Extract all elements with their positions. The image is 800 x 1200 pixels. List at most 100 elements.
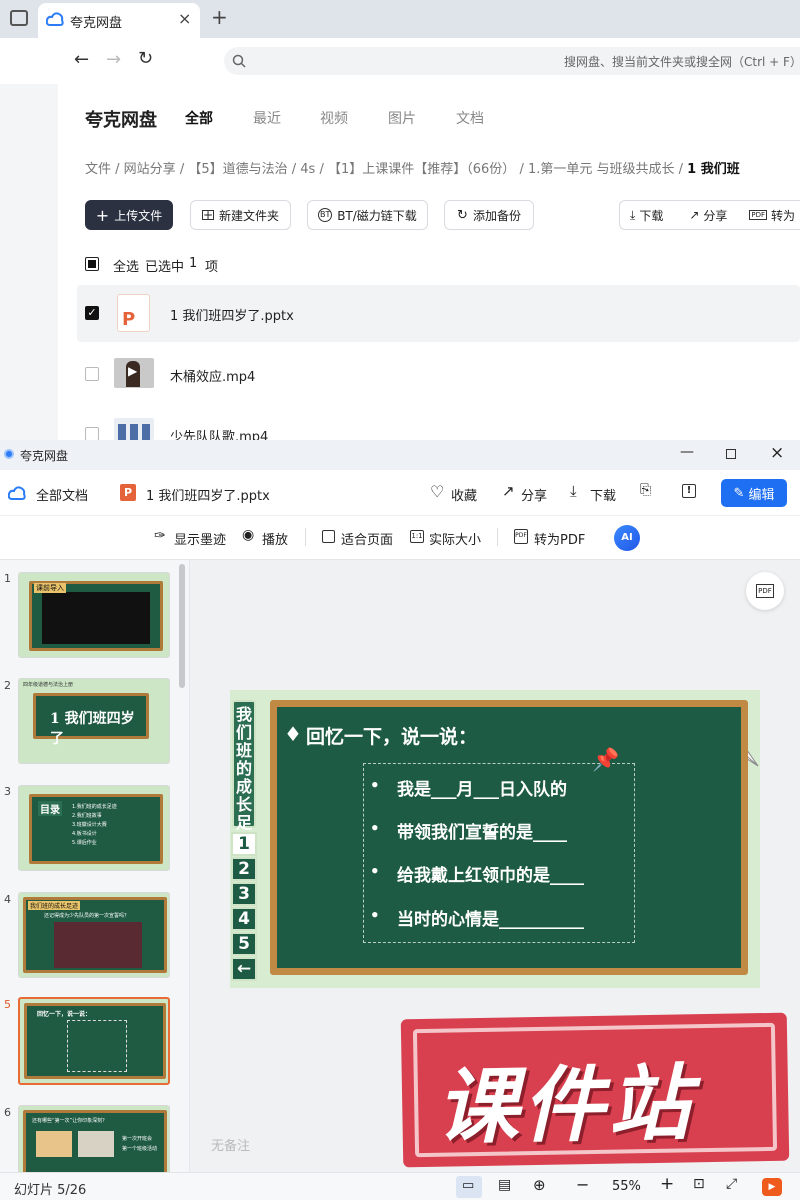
slideshow-play-icon[interactable]: ▶: [762, 1178, 782, 1196]
notes-view-icon[interactable]: ▤: [498, 1177, 511, 1193]
download-icon[interactable]: ⤓: [630, 208, 635, 223]
download-button[interactable]: 下载: [590, 485, 616, 504]
breadcrumb: 文件 / 网站分享 / 【5】道德与法治 / 4s / 【1】上课课件【推荐】（…: [85, 162, 740, 177]
breadcrumb-item[interactable]: 1.第一单元 与班级共成长: [528, 162, 675, 177]
tab-all[interactable]: 全部: [185, 108, 213, 128]
close-window-icon[interactable]: ×: [770, 443, 784, 463]
share-icon[interactable]: ↗: [689, 208, 699, 222]
favorite-button[interactable]: 收藏: [451, 485, 477, 504]
breadcrumb-item[interactable]: 文件: [85, 162, 111, 177]
slide-thumbnail-3[interactable]: 目录 1.我们班的成长足迹 2.我们班故事 3.班徽设计大赛 4.板书设计 5.…: [18, 785, 170, 871]
nav-back-arrow[interactable]: ←: [231, 957, 257, 981]
zoom-out-icon[interactable]: −: [576, 1175, 589, 1194]
share-icon[interactable]: ↗: [502, 482, 515, 500]
pdf-icon: PDF: [756, 584, 774, 598]
breadcrumb-item[interactable]: 网站分享: [124, 162, 176, 177]
reload-icon[interactable]: ↻: [138, 48, 153, 69]
play-circle-icon[interactable]: ◉: [242, 527, 254, 543]
slide-thumbnail-4[interactable]: 我们班的成长足迹 还记得成为少先队员的第一次宣誓吗？: [18, 892, 170, 978]
tab-images[interactable]: 图片: [388, 108, 416, 128]
thumbnail-number: 4: [4, 893, 11, 906]
pdf-icon[interactable]: PDF: [514, 529, 528, 544]
all-docs-link[interactable]: 全部文档: [36, 485, 88, 504]
new-tab-icon[interactable]: +: [211, 5, 228, 29]
forward-icon[interactable]: →: [106, 49, 121, 70]
nav-number-5[interactable]: 5: [231, 932, 257, 956]
fit-page-button[interactable]: 适合页面: [341, 529, 393, 548]
slide-thumbnail-5-selected[interactable]: 回忆一下，说一说：: [18, 997, 170, 1085]
bullet-3: 给我戴上红领巾的是____: [397, 866, 584, 886]
ink-icon[interactable]: ✑: [154, 528, 166, 544]
bullet-dot: •: [370, 776, 380, 794]
normal-view-button[interactable]: ▭: [456, 1176, 482, 1198]
nav-number-3[interactable]: 3: [231, 882, 257, 906]
file-checkbox[interactable]: [85, 427, 99, 441]
share-button[interactable]: 分享: [521, 485, 547, 504]
side-title: 我们班的成长足迹: [236, 705, 253, 850]
breadcrumb-item[interactable]: 【1】上课课件【推荐】（66份）: [328, 162, 515, 177]
nav-number-4[interactable]: 4: [231, 907, 257, 931]
download-icon[interactable]: ⤓: [570, 482, 577, 500]
cloud-logo-icon: [46, 12, 64, 26]
app-icon: [4, 449, 14, 459]
export-icon[interactable]: ⎘: [640, 482, 651, 498]
view-icon: ▭: [462, 1178, 475, 1193]
bullet-dot: •: [370, 906, 380, 924]
zoom-in-icon[interactable]: +: [660, 1174, 674, 1194]
new-folder-button[interactable]: + 新建文件夹: [190, 200, 291, 230]
slide-thumbnail-6[interactable]: 还有哪些“第一次”让你印象深刻？ 第一次开班会 第一个班级活动: [18, 1105, 170, 1172]
search-input[interactable]: 搜网盘、搜当前文件夹或搜全网（Ctrl + F）: [224, 47, 800, 75]
pdf-icon[interactable]: PDF: [749, 210, 768, 220]
thumbnail-number: 5: [4, 998, 11, 1011]
file-name[interactable]: 1 我们班四岁了.pptx: [170, 305, 294, 324]
tab-docs[interactable]: 文档: [456, 108, 484, 128]
file-checkbox-checked[interactable]: ✓: [85, 306, 99, 320]
report-icon[interactable]: !: [682, 484, 696, 498]
breadcrumb-item[interactable]: 【5】道德与法治: [188, 162, 287, 177]
ai-icon[interactable]: AI: [614, 525, 640, 551]
actual-size-button[interactable]: 实际大小: [429, 529, 481, 548]
fullscreen-icon[interactable]: ⤢: [726, 1176, 737, 1192]
actual-size-icon[interactable]: 1:1: [410, 530, 424, 543]
maximize-icon[interactable]: [726, 449, 736, 459]
watermark-text: 课件站: [435, 1056, 696, 1156]
browser-tab[interactable]: 夸克网盘 ×: [38, 3, 200, 38]
divider: [497, 528, 498, 546]
to-pdf-button[interactable]: 转为: [771, 207, 795, 224]
status-bar: 幻灯片 5/26 ▭ ▤ ⊕ − 55% + ⊡ ⤢ ▶: [0, 1172, 800, 1200]
nav-number-1[interactable]: 1: [231, 832, 257, 856]
fit-icon[interactable]: ⊡: [693, 1176, 705, 1192]
fit-page-icon[interactable]: [322, 530, 335, 543]
viewer-toolbar: ✑ 显示墨迹 ◉ 播放 适合页面 1:1 实际大小 PDF 转为PDF AI: [0, 516, 800, 560]
minimize-icon[interactable]: —: [680, 444, 694, 460]
heart-icon[interactable]: ♡: [430, 482, 444, 501]
slide-thumbnail-1[interactable]: 课前导入: [18, 572, 170, 658]
file-name[interactable]: 木桶效应.mp4: [170, 366, 255, 385]
file-checkbox[interactable]: [85, 367, 99, 381]
download-button[interactable]: 下载: [639, 207, 663, 224]
bullet-dot: •: [370, 862, 380, 880]
to-pdf-button[interactable]: 转为PDF: [534, 529, 585, 548]
bt-download-button[interactable]: BT BT/磁力链下载: [307, 200, 428, 230]
upload-button[interactable]: + 上传文件: [85, 200, 173, 230]
add-backup-button[interactable]: ↻ 添加备份: [444, 200, 534, 230]
selected-count: 1: [189, 256, 198, 271]
bullet-1: 我是___月___日入队的: [397, 780, 567, 800]
pdf-float-button[interactable]: PDF: [746, 572, 784, 610]
back-icon[interactable]: ←: [74, 49, 89, 70]
show-ink-button[interactable]: 显示墨迹: [174, 529, 226, 548]
nav-number-2[interactable]: 2: [231, 857, 257, 881]
tab-search-icon[interactable]: [10, 10, 28, 26]
select-all-checkbox[interactable]: [85, 257, 99, 271]
breadcrumb-item[interactable]: 4s: [300, 162, 315, 177]
play-button[interactable]: 播放: [262, 529, 288, 548]
globe-icon[interactable]: ⊕: [533, 1176, 546, 1194]
share-button[interactable]: 分享: [703, 207, 727, 224]
edit-button[interactable]: ✎ 编辑: [721, 479, 787, 507]
tab-video[interactable]: 视频: [320, 108, 348, 128]
slide-thumbnail-2[interactable]: 四年级道德与法治上册 1 我们班四岁了: [18, 678, 170, 764]
folder-plus-icon: +: [201, 208, 214, 222]
tab-recent[interactable]: 最近: [253, 108, 281, 128]
tab-close-icon[interactable]: ×: [178, 9, 191, 28]
thumbnail-scrollbar[interactable]: [179, 564, 185, 688]
